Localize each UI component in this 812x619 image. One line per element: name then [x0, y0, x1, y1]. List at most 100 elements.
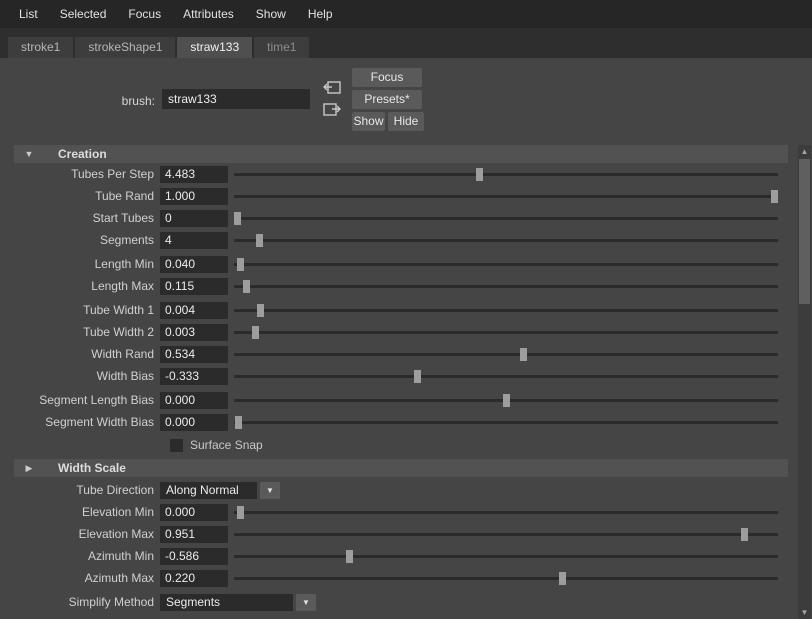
- azimuth-max-label: Azimuth Max: [84, 571, 154, 585]
- tubes-per-step-slider[interactable]: [234, 166, 778, 183]
- width-rand-slider[interactable]: [234, 346, 778, 363]
- tube-rand-slider[interactable]: [234, 188, 778, 205]
- tubes-per-step-field[interactable]: [160, 165, 228, 183]
- segment-width-bias-field[interactable]: [160, 413, 228, 431]
- azimuth-min-field[interactable]: [160, 547, 228, 565]
- slider-thumb[interactable]: [236, 505, 244, 519]
- slider-track: [234, 238, 778, 242]
- focus-button[interactable]: Focus: [352, 68, 422, 87]
- vertical-scrollbar[interactable]: ▲ ▼: [798, 145, 811, 619]
- azimuth-max-slider[interactable]: [234, 570, 778, 587]
- elevation-min-field[interactable]: [160, 503, 228, 521]
- tube-rand-field[interactable]: [160, 187, 228, 205]
- copy-tab-icon[interactable]: [322, 80, 342, 96]
- attribute-editor-window: { "colors": { "background": "#454545", "…: [0, 0, 812, 619]
- tube-width-2-field[interactable]: [160, 323, 228, 341]
- slider-thumb[interactable]: [414, 369, 422, 383]
- segments-field[interactable]: [160, 231, 228, 249]
- elevation-min-label: Elevation Min: [81, 505, 154, 519]
- slider-track: [234, 420, 778, 424]
- row-segment-length-bias: Segment Length Bias: [0, 389, 812, 411]
- tube-width-1-slider[interactable]: [234, 302, 778, 319]
- slider-thumb[interactable]: [740, 527, 748, 541]
- slider-thumb[interactable]: [243, 279, 251, 293]
- segment-width-bias-slider[interactable]: [234, 414, 778, 431]
- collapse-arrow-icon[interactable]: ▼: [14, 149, 44, 159]
- length-max-slider[interactable]: [234, 278, 778, 295]
- slider-thumb[interactable]: [237, 257, 245, 271]
- segment-length-bias-field[interactable]: [160, 391, 228, 409]
- start-tubes-slider[interactable]: [234, 210, 778, 227]
- segment-length-bias-slider[interactable]: [234, 392, 778, 409]
- expand-arrow-icon[interactable]: ▶: [14, 463, 44, 474]
- slider-track: [234, 330, 778, 334]
- azimuth-min-slider[interactable]: [234, 548, 778, 565]
- slider-thumb[interactable]: [520, 347, 528, 361]
- length-min-slider[interactable]: [234, 256, 778, 273]
- length-max-field[interactable]: [160, 277, 228, 295]
- length-min-field[interactable]: [160, 255, 228, 273]
- slider-track: [234, 194, 778, 198]
- node-header: brush: Focus Presets* Show Hide: [0, 58, 812, 145]
- presets-button[interactable]: Presets*: [352, 90, 422, 109]
- tab-strokeshape1[interactable]: strokeShape1: [75, 37, 176, 58]
- chevron-down-icon[interactable]: ▼: [260, 481, 280, 499]
- section-creation-header[interactable]: ▼ Creation: [14, 145, 788, 163]
- slider-track: [234, 554, 778, 558]
- slider-thumb[interactable]: [475, 167, 483, 181]
- slider-thumb[interactable]: [559, 571, 567, 585]
- tab-stroke1[interactable]: stroke1: [8, 37, 74, 58]
- section-width-scale-header[interactable]: ▶ Width Scale: [14, 459, 788, 477]
- menu-help[interactable]: Help: [297, 7, 344, 21]
- slider-thumb[interactable]: [345, 549, 353, 563]
- slider-track: [234, 216, 778, 220]
- width-rand-field[interactable]: [160, 345, 228, 363]
- length-max-label: Length Max: [91, 279, 154, 293]
- menu-list[interactable]: List: [8, 7, 49, 21]
- simplify-method-select[interactable]: Segments: [160, 593, 293, 611]
- menu-bar: List Selected Focus Attributes Show Help: [0, 0, 812, 28]
- slider-track: [234, 284, 778, 288]
- slider-track: [234, 308, 778, 312]
- hide-button[interactable]: Hide: [388, 112, 424, 131]
- azimuth-max-field[interactable]: [160, 569, 228, 587]
- tube-width-2-slider[interactable]: [234, 324, 778, 341]
- tube-width-1-field[interactable]: [160, 301, 228, 319]
- slider-thumb[interactable]: [256, 233, 264, 247]
- scrollbar-thumb[interactable]: [799, 159, 810, 304]
- row-surface-snap: Surface Snap: [0, 434, 812, 456]
- slider-thumb[interactable]: [771, 189, 778, 203]
- elevation-max-slider[interactable]: [234, 526, 778, 543]
- menu-selected[interactable]: Selected: [49, 7, 118, 21]
- azimuth-min-label: Azimuth Min: [87, 549, 154, 563]
- scroll-up-icon[interactable]: ▲: [798, 145, 811, 158]
- width-bias-field[interactable]: [160, 367, 228, 385]
- tear-off-copy-icon[interactable]: [322, 102, 342, 118]
- slider-thumb[interactable]: [234, 211, 241, 225]
- menu-show[interactable]: Show: [245, 7, 297, 21]
- surface-snap-label: Surface Snap: [190, 438, 263, 452]
- slider-thumb[interactable]: [252, 325, 260, 339]
- elevation-min-slider[interactable]: [234, 504, 778, 521]
- menu-focus[interactable]: Focus: [117, 7, 172, 21]
- width-bias-slider[interactable]: [234, 368, 778, 385]
- slider-thumb[interactable]: [256, 303, 264, 317]
- slider-thumb[interactable]: [235, 415, 243, 429]
- width-bias-label: Width Bias: [96, 369, 154, 383]
- elevation-max-field[interactable]: [160, 525, 228, 543]
- brush-name-field[interactable]: [162, 89, 310, 109]
- tube-width-1-label: Tube Width 1: [83, 303, 154, 317]
- slider-thumb[interactable]: [502, 393, 510, 407]
- segments-slider[interactable]: [234, 232, 778, 249]
- surface-snap-checkbox[interactable]: [170, 438, 183, 452]
- scroll-down-icon[interactable]: ▼: [798, 606, 811, 619]
- start-tubes-field[interactable]: [160, 209, 228, 227]
- tab-straw133[interactable]: straw133: [177, 37, 253, 58]
- chevron-down-icon[interactable]: ▼: [296, 593, 316, 611]
- menu-attributes[interactable]: Attributes: [172, 7, 245, 21]
- tab-time1[interactable]: time1: [254, 37, 310, 58]
- show-button[interactable]: Show: [352, 112, 385, 131]
- row-tube-direction: Tube Direction Along Normal ▼: [0, 479, 812, 501]
- tube-rand-label: Tube Rand: [95, 189, 154, 203]
- tube-direction-select[interactable]: Along Normal: [160, 481, 257, 499]
